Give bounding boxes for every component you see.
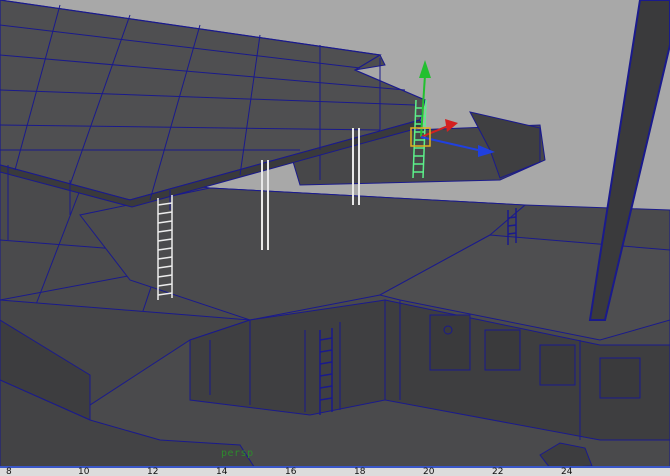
- time-slider[interactable]: 8 10 12 14 16 18 20 22 24: [0, 466, 670, 476]
- timeline-tick: 24: [561, 467, 573, 476]
- timeline-tick: 12: [147, 467, 159, 476]
- perspective-viewport[interactable]: persp 8 10 12 14 16 18 20 22 24: [0, 0, 670, 476]
- timeline-tick: 16: [285, 467, 297, 476]
- timeline-tick: 8: [6, 467, 12, 476]
- camera-label: persp: [221, 448, 254, 459]
- timeline-tick: 10: [78, 467, 90, 476]
- timeline-tick: 14: [216, 467, 228, 476]
- timeline-tick: 20: [423, 467, 435, 476]
- timeline-tick: 22: [492, 467, 504, 476]
- scene-geometry[interactable]: [0, 0, 670, 476]
- timeline-tick: 18: [354, 467, 366, 476]
